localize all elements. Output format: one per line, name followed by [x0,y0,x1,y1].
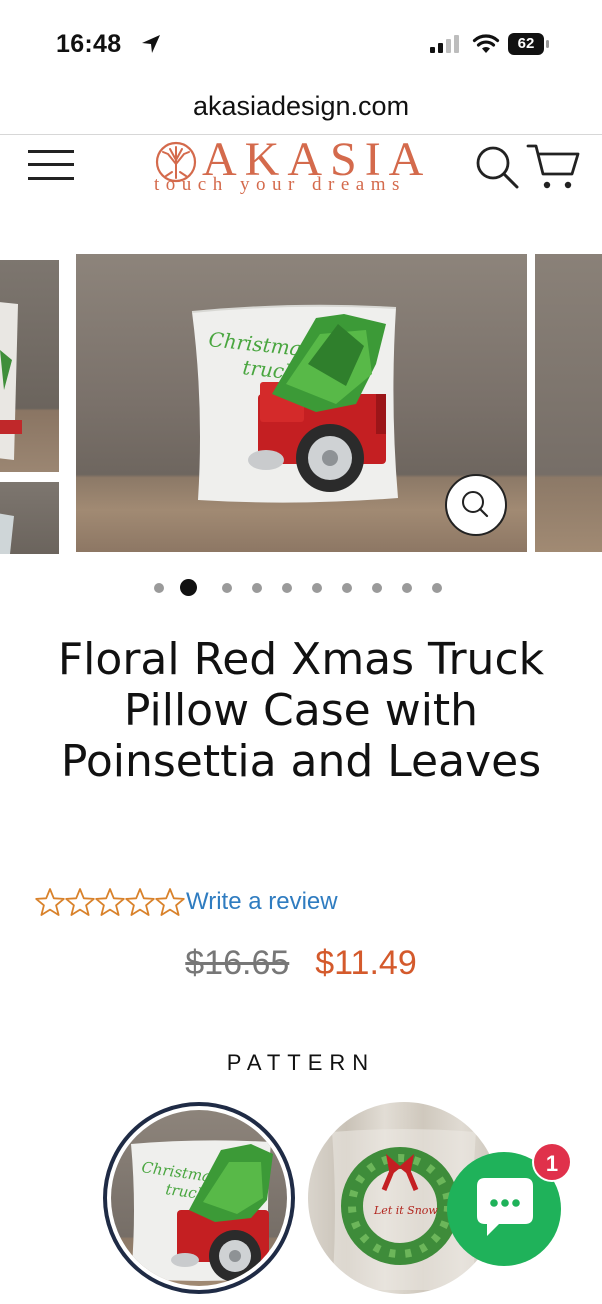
pattern-swatch-christmas-truck-selected[interactable]: Christmas truck [103,1102,295,1294]
pagination-dot[interactable] [432,583,442,593]
location-arrow-icon [142,35,160,53]
pagination-dot[interactable] [282,583,292,593]
pagination-dot[interactable] [252,583,262,593]
pagination-dot[interactable] [372,583,382,593]
star-outline-icon [125,888,155,916]
cellular-signal-icon [430,35,459,53]
pagination-dot[interactable] [154,583,164,593]
write-review-link[interactable]: Write a review [186,888,338,916]
star-outline-icon [155,888,185,916]
zoom-icon [462,491,489,518]
svg-text:Let it Snow: Let it Snow [373,1204,438,1217]
star-outline-icon [35,888,65,916]
original-price: $16.65 [185,944,290,982]
pagination-dot[interactable] [402,583,412,593]
star-outline-icon [65,888,95,916]
url-bar[interactable]: akasiadesign.com [0,86,602,132]
pagination-dot[interactable] [342,583,352,593]
search-icon[interactable] [474,144,520,190]
cart-icon[interactable] [526,142,580,192]
logo-tagline: touch your dreams [154,174,406,195]
hamburger-menu-icon [28,150,74,153]
pagination-dot[interactable] [222,583,232,593]
status-time: 16:48 [56,30,122,58]
battery-icon: 62 [508,32,552,56]
gallery-thumb[interactable] [0,482,59,554]
menu-button[interactable] [28,146,74,184]
rating-stars[interactable] [34,887,185,917]
product-title: Floral Red Xmas Truck Pillow Case with P… [57,634,545,787]
chat-unread-badge: 1 [532,1142,572,1182]
battery-level: 62 [517,35,535,52]
gallery-slide-prev[interactable] [0,260,59,472]
status-bar: 16:48 62 [0,0,602,86]
sale-price: $11.49 [315,944,417,982]
pagination-dot-active[interactable] [180,579,197,596]
store-logo[interactable]: AKASIA touch your dreams [150,133,450,198]
product-gallery[interactable]: Christmas truck [0,254,602,554]
pagination-dot[interactable] [312,583,322,593]
gallery-slide-next[interactable] [535,254,602,552]
rating-row: Write a review [34,884,338,920]
zoom-button[interactable] [445,474,507,536]
pattern-label: PATTERN [226,1050,376,1075]
gallery-pagination[interactable] [154,576,454,600]
wifi-icon [472,34,500,53]
price-row: $16.65 $11.49 [0,944,602,988]
star-outline-icon [95,888,125,916]
